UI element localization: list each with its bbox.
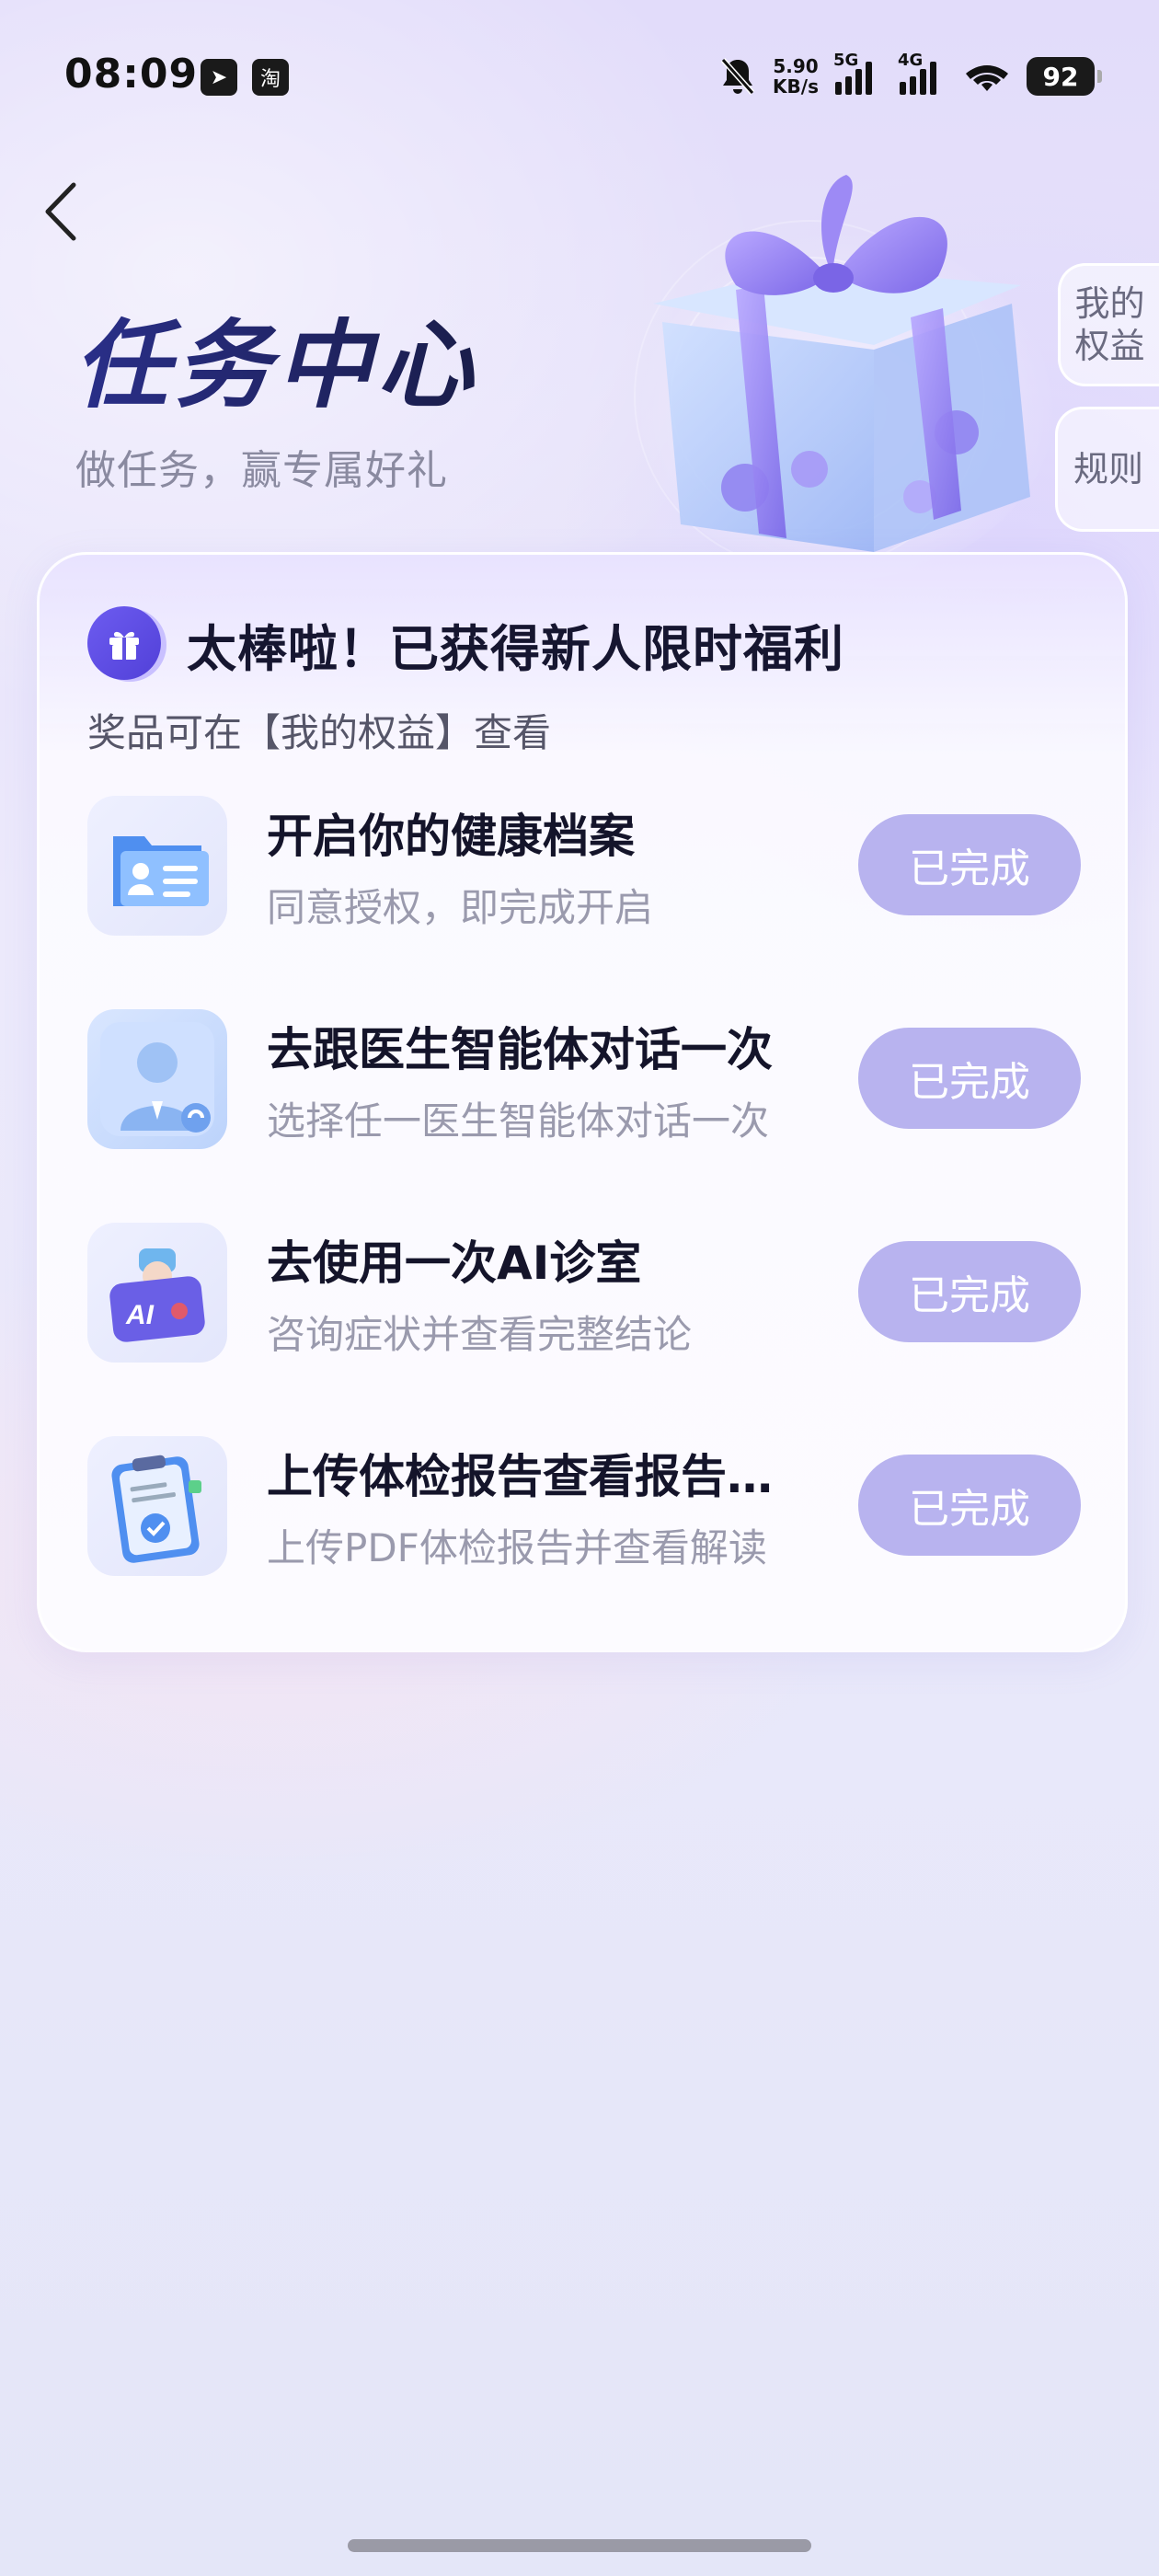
task-completed-button[interactable]: 已完成 [858, 1455, 1081, 1556]
task-title: 去跟医生智能体对话一次 [267, 1023, 773, 1076]
telegram-icon: ➤ [201, 59, 237, 96]
task-item: 开启你的健康档案 同意授权，即完成开启 已完成 [87, 796, 1081, 936]
task-item: 去跟医生智能体对话一次 选择任一医生智能体对话一次 已完成 [87, 1009, 1081, 1149]
small-gift-icon [109, 631, 139, 660]
doctor-icon [87, 1009, 227, 1149]
task-completed-button[interactable]: 已完成 [858, 814, 1081, 915]
svg-text:AI: AI [125, 1300, 155, 1330]
gift-badge-icon [87, 606, 161, 680]
task-description: 咨询症状并查看完整结论 [267, 1312, 693, 1357]
task-item: 上传体检报告查看报告解读 上传PDF体检报告并查看解读 已完成 [87, 1436, 1081, 1576]
report-clipboard-icon [87, 1436, 227, 1576]
wifi-icon [966, 65, 1008, 91]
task-completed-button[interactable]: 已完成 [858, 1028, 1081, 1129]
task-title: 开启你的健康档案 [267, 810, 635, 863]
home-indicator[interactable] [348, 2539, 811, 2552]
network-speed: 5.90 KB/s [773, 56, 819, 97]
signal-4g-label: 4G [898, 51, 924, 70]
battery-indicator: 92 [1027, 57, 1102, 96]
task-title: 去使用一次AI诊室 [267, 1236, 642, 1290]
task-description: 选择任一医生智能体对话一次 [267, 1098, 770, 1144]
taobao-icon: 淘 [252, 59, 289, 96]
card-subtitle: 奖品可在【我的权益】查看 [87, 710, 552, 755]
ai-clinic-icon: AI [87, 1223, 227, 1363]
status-bar: 08:09 ➤ 淘 5.90 KB/s 5G 4G 92 [0, 0, 1159, 156]
rules-tab[interactable]: 规则 [1055, 407, 1159, 532]
signal-5g-label: 5G [833, 51, 859, 70]
health-folder-icon [87, 796, 227, 936]
task-description: 上传PDF体检报告并查看解读 [267, 1525, 767, 1570]
task-card: 太棒啦！已获得新人限时福利 奖品可在【我的权益】查看 开启你的健康档案 同意授权… [37, 552, 1128, 1652]
task-title: 上传体检报告查看报告解读 [267, 1450, 782, 1503]
status-time: 08:09 [64, 51, 199, 98]
task-item: AI 去使用一次AI诊室 咨询症状并查看完整结论 已完成 [87, 1223, 1081, 1363]
page-subtitle: 做任务，赢专属好礼 [75, 447, 448, 494]
network-speed-value: 5.90 [773, 55, 819, 77]
my-benefits-tab[interactable]: 我的权益 [1058, 263, 1159, 386]
mute-bell-icon [720, 58, 755, 95]
card-title: 太棒啦！已获得新人限时福利 [187, 620, 844, 678]
back-button[interactable] [37, 179, 92, 244]
task-completed-button[interactable]: 已完成 [858, 1241, 1081, 1342]
task-description: 同意授权，即完成开启 [267, 885, 654, 930]
gift-box-icon [634, 175, 1058, 580]
signal-4g-icon: 4G [898, 51, 947, 95]
status-icons: 5.90 KB/s 5G 4G 92 [719, 51, 1102, 99]
chevron-left-icon [45, 182, 76, 241]
page-title: 任务中心 [74, 287, 478, 426]
signal-5g-icon: 5G [833, 51, 883, 95]
network-speed-unit: KB/s [773, 75, 819, 98]
